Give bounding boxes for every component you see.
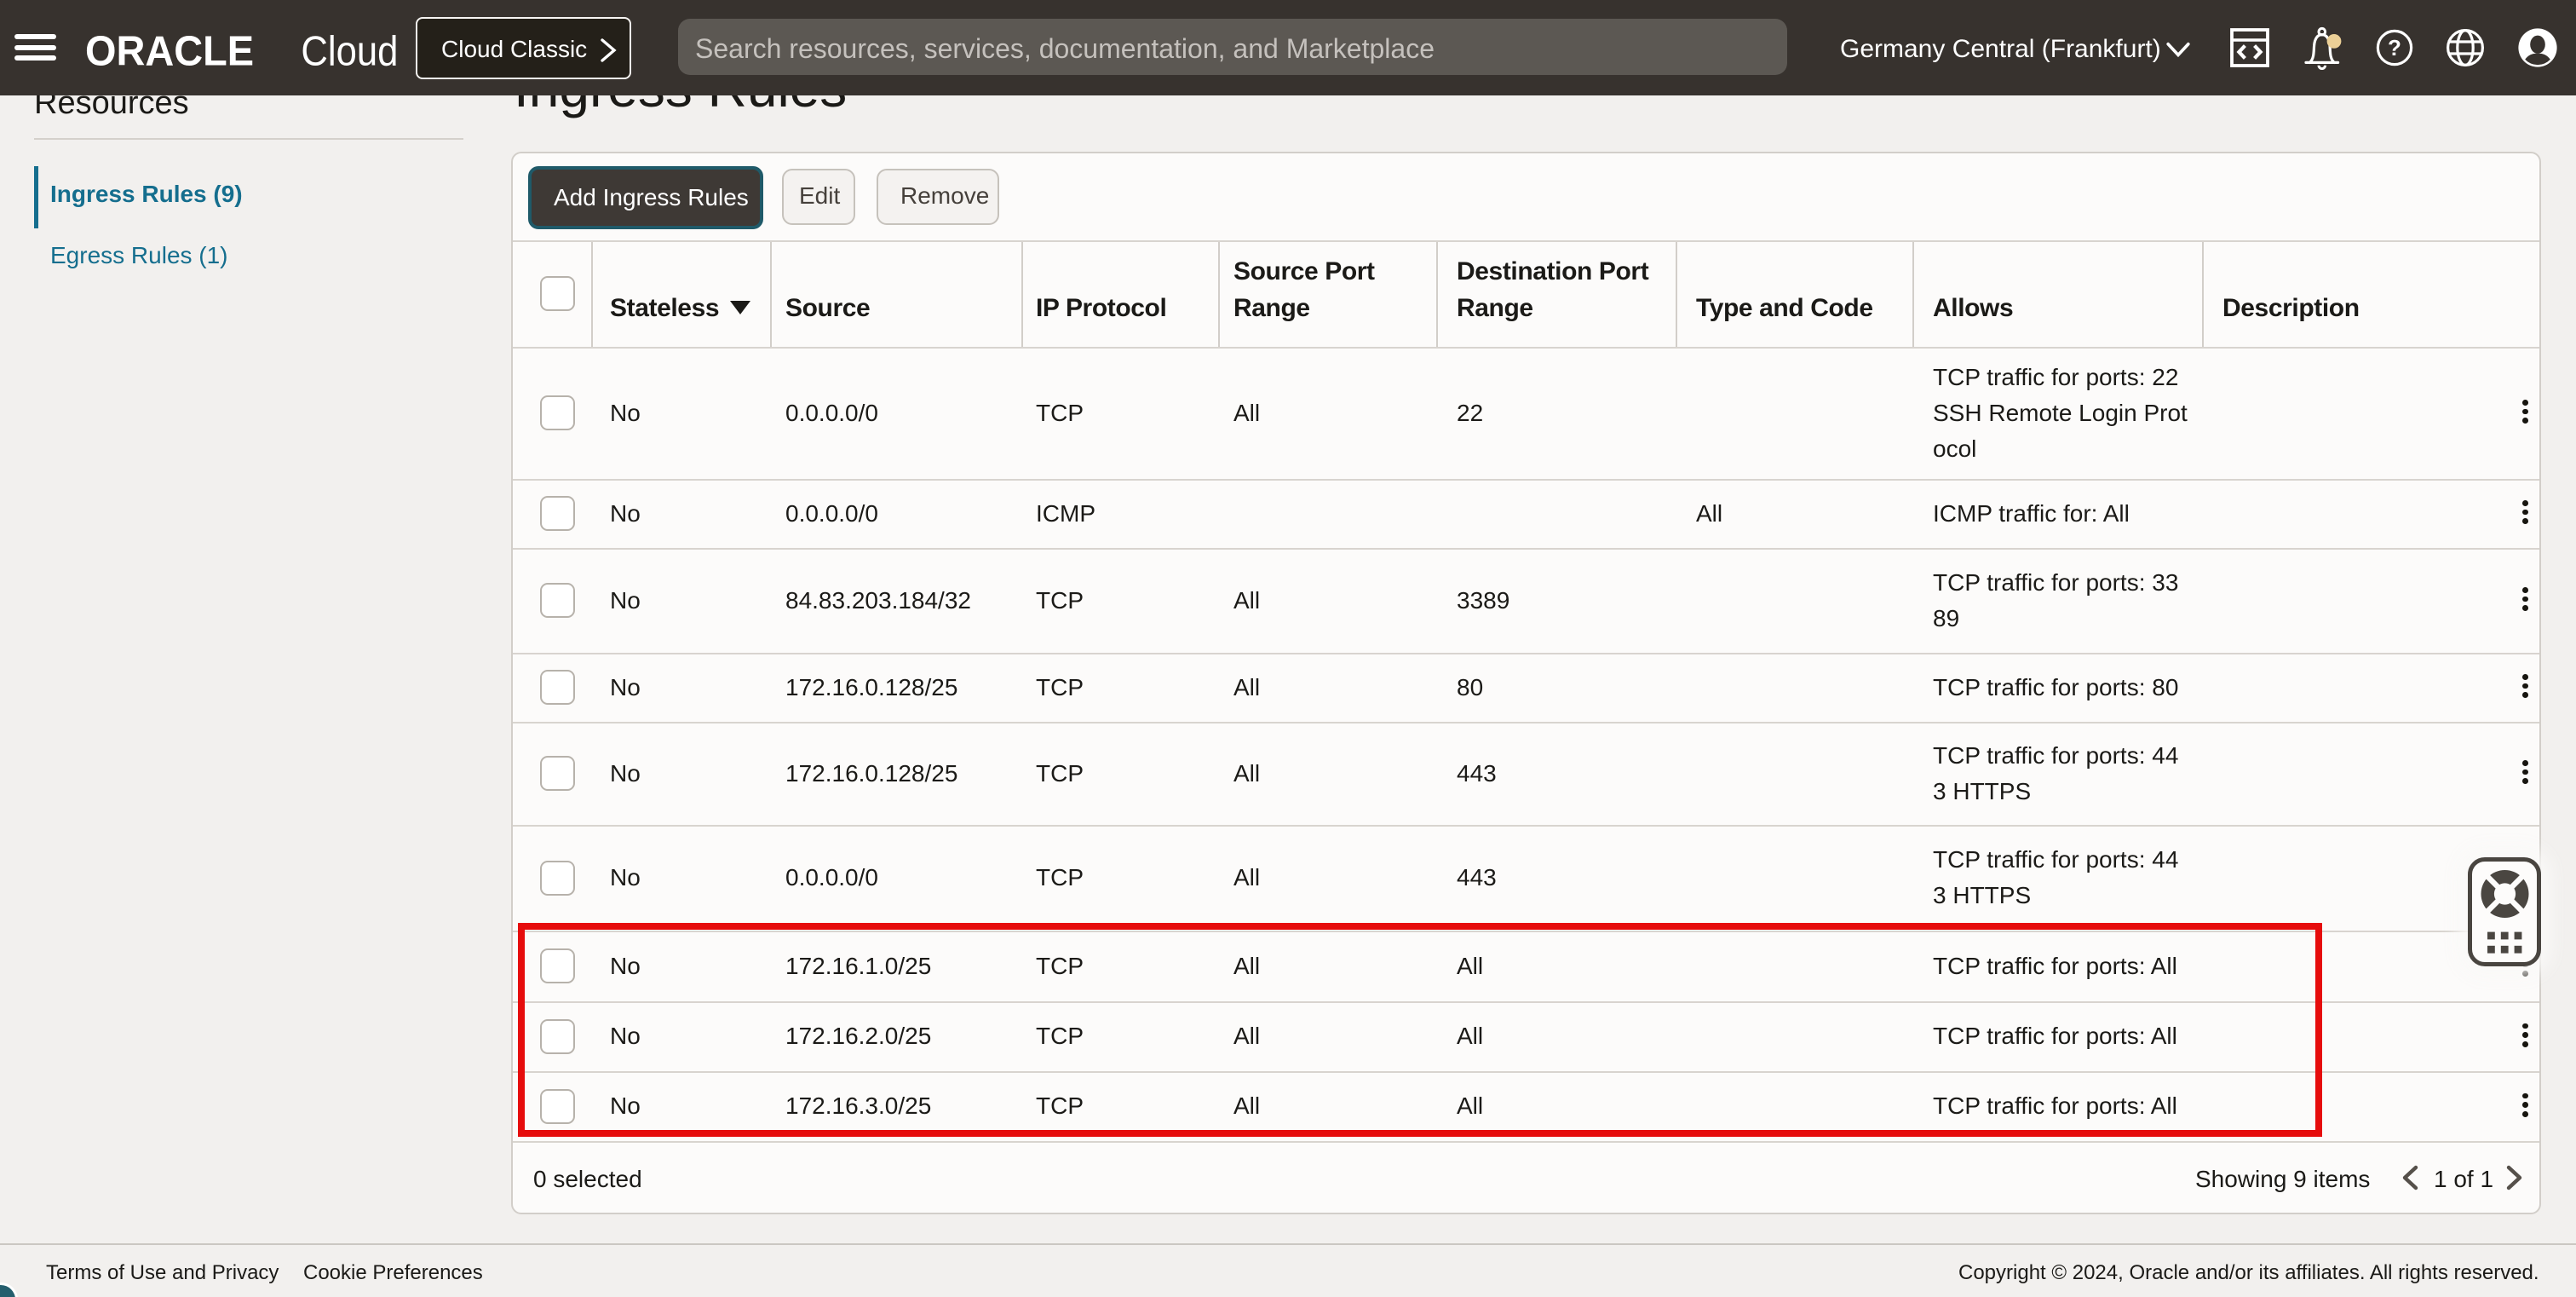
svg-text:Cloud: Cloud xyxy=(301,28,398,74)
svg-text:ORACLE: ORACLE xyxy=(85,28,254,74)
svg-text:?: ? xyxy=(2388,35,2401,61)
